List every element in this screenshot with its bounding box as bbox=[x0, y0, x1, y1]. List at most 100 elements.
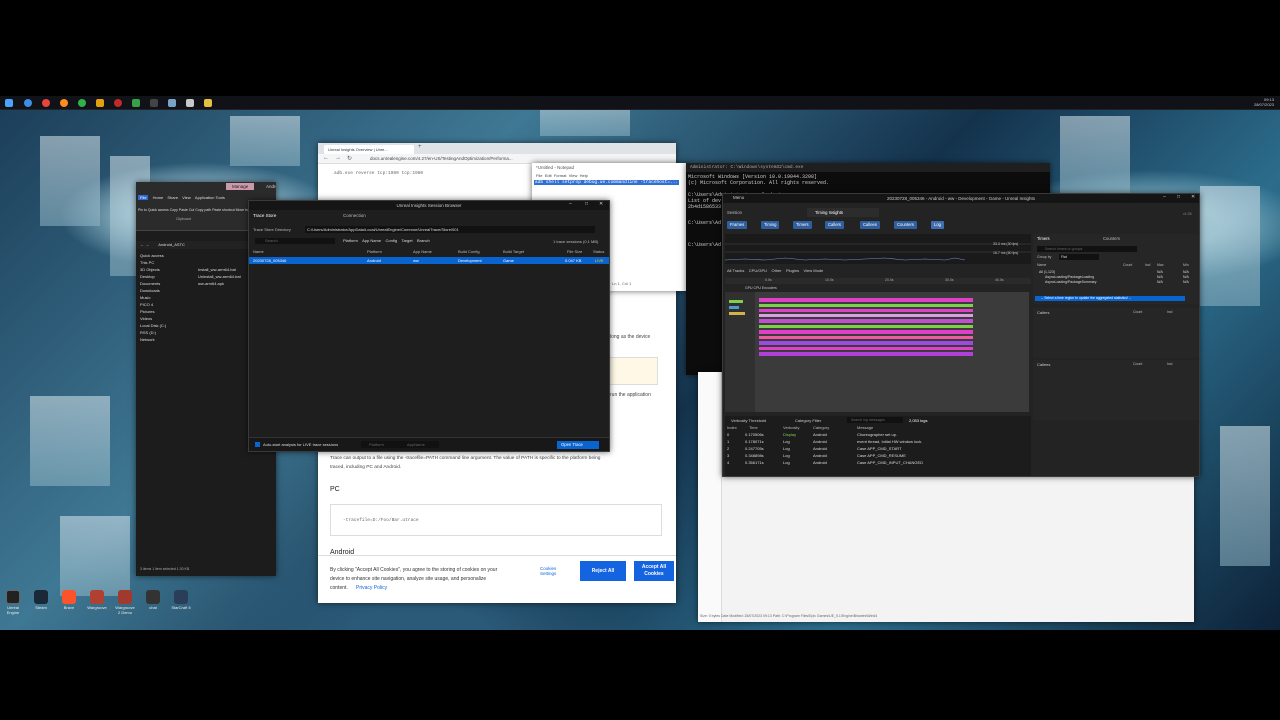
group-by-select[interactable]: Flat bbox=[1059, 254, 1099, 260]
tools-icon[interactable] bbox=[186, 99, 194, 107]
table-row[interactable]: AsyncLoading/PackageSummary N/A N/A bbox=[1033, 280, 1199, 285]
explorer-icon[interactable] bbox=[132, 99, 140, 107]
close-icon[interactable]: ✕ bbox=[599, 201, 603, 207]
taskbar-clock[interactable]: 09:13 28/07/2023 bbox=[1254, 97, 1274, 107]
nav-item[interactable]: RSS (D:) bbox=[136, 329, 190, 336]
back-icon[interactable]: ← bbox=[323, 155, 329, 161]
toolbar-timing[interactable]: Timing bbox=[761, 221, 780, 229]
table-row[interactable]: 20230728_005346 Android ww Development G… bbox=[249, 257, 609, 264]
col-incl[interactable]: Incl bbox=[1145, 263, 1150, 267]
paste-button[interactable]: Paste bbox=[179, 208, 188, 212]
pin-button[interactable]: Pin to Quick access bbox=[138, 208, 169, 212]
back-icon[interactable]: ← bbox=[140, 242, 144, 247]
desktop-icon-wargroove-2[interactable]: Wargroove 2 Demo bbox=[114, 590, 136, 615]
col-incl[interactable]: Incl bbox=[1167, 362, 1172, 366]
platform-filter-input[interactable]: Platform bbox=[361, 441, 401, 448]
filter-branch[interactable]: Branch bbox=[417, 238, 430, 243]
toolbar-timers[interactable]: Timers bbox=[793, 221, 812, 229]
timing-tracks-area[interactable] bbox=[725, 292, 1029, 412]
ribbon-tab-home[interactable]: Home bbox=[153, 195, 164, 200]
nav-item[interactable]: 3D Objects bbox=[136, 266, 190, 273]
col-message[interactable]: Message bbox=[857, 425, 873, 431]
toolbar-callers[interactable]: Callers bbox=[825, 221, 845, 229]
frames-graph[interactable] bbox=[724, 234, 1031, 264]
start-icon[interactable] bbox=[5, 99, 13, 107]
close-icon[interactable]: ✕ bbox=[1191, 194, 1195, 200]
table-row[interactable]: 4 0.356171s Log Android Case APP_CMD_INP… bbox=[725, 460, 1029, 466]
desktop-icon-unreal[interactable]: Unreal Engine bbox=[2, 590, 24, 615]
file-item[interactable]: ww-arm64.apk bbox=[198, 280, 241, 287]
maximize-icon[interactable]: □ bbox=[585, 201, 588, 207]
menu-view-mode[interactable]: View Mode bbox=[804, 268, 824, 273]
move-to-button[interactable]: Move to bbox=[236, 208, 248, 212]
tab-timing-insights[interactable]: Timing Insights bbox=[807, 208, 879, 217]
folder-icon[interactable] bbox=[204, 99, 212, 107]
filter-target[interactable]: Target bbox=[401, 238, 412, 243]
tab-android-astc[interactable]: Android_ASTC bbox=[266, 182, 276, 191]
col-count[interactable]: Count bbox=[1133, 310, 1142, 314]
menu-all-tracks[interactable]: All Tracks bbox=[727, 268, 744, 273]
forward-icon[interactable]: → bbox=[335, 155, 341, 161]
menu-file[interactable]: File bbox=[536, 173, 542, 178]
nav-item[interactable]: Quick access bbox=[136, 252, 190, 259]
col-build-target[interactable]: Build Target bbox=[503, 248, 524, 255]
menu-edit[interactable]: Edit bbox=[545, 173, 552, 178]
col-incl[interactable]: Incl bbox=[1167, 310, 1172, 314]
cookies-settings-link[interactable]: Cookies Settings bbox=[540, 566, 564, 576]
menu-format[interactable]: Format bbox=[554, 173, 567, 178]
nav-item[interactable]: Pictures bbox=[136, 308, 190, 315]
nav-item[interactable]: Desktop bbox=[136, 273, 190, 280]
nav-item[interactable]: This PC bbox=[136, 259, 190, 266]
browser-tab[interactable]: Unreal Insights Overview | Unre... bbox=[324, 145, 414, 154]
file-item[interactable]: Uninstall_ww-arm64.bat bbox=[198, 273, 241, 280]
chrome-icon[interactable] bbox=[42, 99, 50, 107]
col-count[interactable]: Count bbox=[1123, 263, 1132, 267]
desktop-icon-wargroove[interactable]: Wargroove bbox=[86, 590, 108, 610]
desktop-icon-brave[interactable]: Brave bbox=[58, 590, 80, 610]
menu-view[interactable]: View bbox=[569, 173, 578, 178]
new-tab-icon[interactable]: + bbox=[418, 144, 422, 150]
copy-path-button[interactable]: Copy path bbox=[195, 208, 211, 212]
col-time[interactable]: Time bbox=[749, 425, 758, 431]
cut-button[interactable]: Cut bbox=[189, 208, 194, 212]
privacy-policy-link[interactable]: Privacy Policy bbox=[356, 585, 387, 591]
nav-item[interactable]: PICO 4 bbox=[136, 301, 190, 308]
reload-icon[interactable]: ↻ bbox=[347, 155, 352, 162]
col-min[interactable]: Min bbox=[1183, 263, 1189, 267]
menu-plugins[interactable]: Plugins bbox=[786, 268, 799, 273]
col-build-config[interactable]: Build Config bbox=[458, 248, 480, 255]
ribbon-tab-file[interactable]: File bbox=[138, 195, 149, 200]
toolbar-callees[interactable]: Callees bbox=[860, 221, 880, 229]
nav-item[interactable]: Local Disk (C:) bbox=[136, 322, 190, 329]
col-status[interactable]: Status bbox=[593, 248, 604, 255]
log-search-input[interactable]: Search log messages bbox=[847, 417, 903, 423]
ribbon-tab-view[interactable]: View bbox=[182, 195, 191, 200]
col-file-size[interactable]: File Size bbox=[567, 248, 582, 255]
app-filter-input[interactable]: AppName bbox=[399, 441, 439, 448]
accept-all-cookies-button[interactable]: Accept All Cookies bbox=[634, 561, 674, 581]
session-search-input[interactable]: Search bbox=[255, 238, 335, 244]
col-count[interactable]: Count bbox=[1133, 362, 1142, 366]
nav-item[interactable]: Videos bbox=[136, 315, 190, 322]
minimize-icon[interactable]: – bbox=[1163, 194, 1166, 200]
col-name[interactable]: Name bbox=[253, 248, 264, 255]
filter-platform[interactable]: Platform bbox=[343, 238, 358, 243]
desktop-icon-chat[interactable]: chat bbox=[142, 590, 164, 610]
filter-config[interactable]: Config bbox=[386, 238, 398, 243]
menu-cpu-gpu[interactable]: CPU/GPU bbox=[749, 268, 767, 273]
category-filter-menu[interactable]: Category Filter bbox=[795, 418, 821, 423]
verbosity-threshold-menu[interactable]: Verbosity Threshold bbox=[731, 418, 766, 423]
insights-menu[interactable]: Menu bbox=[733, 195, 744, 200]
ribbon-tab-application-tools[interactable]: Application Tools bbox=[195, 195, 225, 200]
filter-app-name[interactable]: App Name bbox=[362, 238, 381, 243]
toolbar-log[interactable]: Log bbox=[931, 221, 944, 229]
chrome-icon[interactable] bbox=[78, 99, 86, 107]
unreal-icon[interactable] bbox=[114, 99, 122, 107]
table-row[interactable]: 1 0.178071s Log Android event thread, In… bbox=[725, 439, 1029, 445]
tab-trace-store[interactable]: Trace Store bbox=[253, 213, 276, 218]
paste-shortcut-button[interactable]: Paste shortcut bbox=[212, 208, 234, 212]
col-platform[interactable]: Platform bbox=[367, 248, 382, 255]
nav-item[interactable]: Network bbox=[136, 336, 190, 343]
table-row[interactable]: 3 0.348898s Log Android Case APP_CMD_RES… bbox=[725, 453, 1029, 459]
tab-session[interactable]: Session bbox=[727, 210, 742, 215]
